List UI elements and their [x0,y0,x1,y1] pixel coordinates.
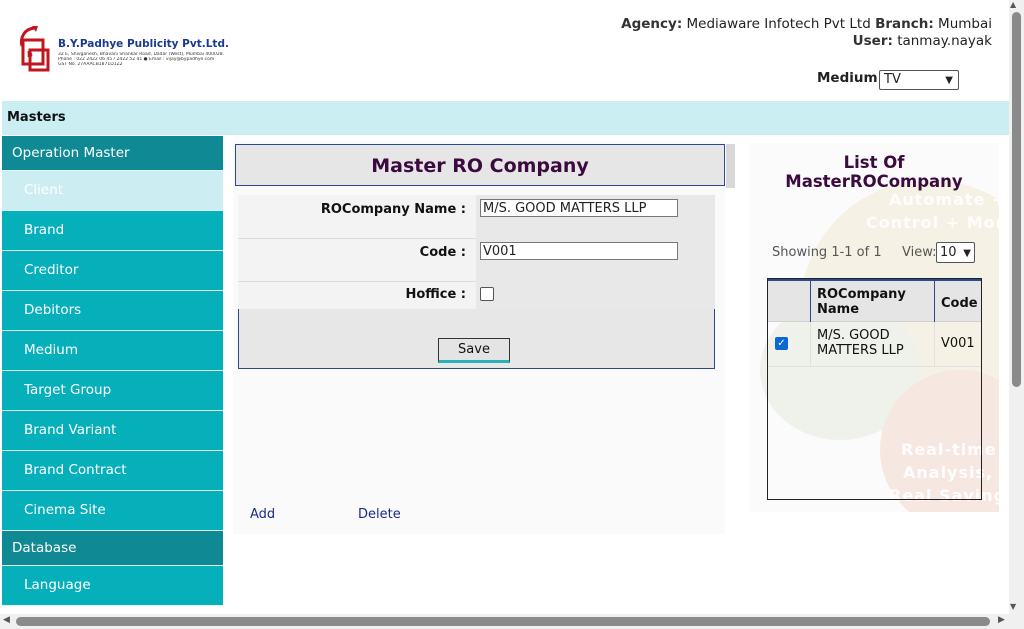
sidebar-item-brand[interactable]: Brand [2,211,223,251]
list-title-line: MasterROCompany [785,172,963,191]
company-address-line: GST No. 27AAACB1871D1Z2 [58,62,123,67]
form-title: Master RO Company [235,144,725,186]
save-button[interactable]: Save [438,338,510,363]
form-row-code: Code : V001 [238,238,715,282]
masters-bar-title: Masters [7,110,66,125]
sidebar-item-brand-contract[interactable]: Brand Contract [2,451,223,491]
company-name: B.Y.Padhye Publicity Pvt.Ltd. [58,38,229,50]
vertical-scroll-thumb[interactable] [1012,12,1021,387]
table-header-row: ROCompany Name Code [768,279,981,322]
pagination-info: Showing 1-1 of 1 [772,245,882,260]
medium-label-text: Medium [817,70,878,86]
table-row[interactable]: ✓ M/S. GOOD MATTERS LLP V001 [768,322,981,367]
form-row-rocompany: ROCompany Name : M/S. GOOD MATTERS LLP [238,195,715,239]
sidebar-nav: Operation Master Client Brand Creditor Debit… [2,136,223,614]
agency-label: Agency: [621,16,683,32]
view-label: View: [902,245,937,260]
medium-select[interactable]: TV ▼ [879,70,959,90]
code-label: Code : [419,245,466,260]
row-checkbox[interactable]: ✓ [775,337,788,350]
sidebar-item-creditor[interactable]: Creditor [2,251,223,291]
sidebar-item-medium[interactable]: Medium [2,331,223,371]
rocompany-label: ROCompany Name : [320,202,466,217]
hoffice-checkbox[interactable] [480,287,494,301]
branch-label: Branch: [875,16,934,32]
page-size-select[interactable]: 10 ▼ [936,242,975,263]
sidebar-item-language[interactable]: Language [2,566,223,606]
form-grid: ROCompany Name : M/S. GOOD MATTERS LLP C… [238,195,715,309]
masters-bar: Masters [2,101,1009,135]
code-input[interactable]: V001 [480,242,678,260]
chevron-down-icon: ▼ [963,248,971,259]
watermark-text: Automate + [889,190,999,209]
watermark-text: Control + Mon [866,213,999,232]
company-logo-icon: b [20,26,50,72]
agency-value: Mediaware Infotech Pvt Ltd [686,16,871,32]
user-value: tanmay.nayak [897,33,992,49]
code-cell: V001 [476,238,715,281]
session-info: Agency: Mediaware Infotech Pvt Ltd Branc… [621,16,992,50]
list-title-line: List Of [843,153,905,172]
horizontal-scroll-thumb[interactable] [16,617,990,626]
hoffice-label: Hoffice : [405,287,466,302]
scroll-right-icon[interactable]: ▶ [998,615,1005,625]
page-size-value: 10 [940,245,957,260]
scroll-down-icon[interactable]: ▼ [1010,602,1016,611]
sidebar-section-operation-master[interactable]: Operation Master [2,136,223,171]
row-select-cell: ✓ [768,322,810,366]
svg-text:b: b [27,50,33,59]
branch-value: Mumbai [938,16,992,32]
sidebar-item-debitors[interactable]: Debitors [2,291,223,331]
hoffice-cell [476,281,715,309]
rocompany-cell: M/S. GOOD MATTERS LLP [476,195,715,238]
list-table: ROCompany Name Code ✓ M/S. GOOD MATTERS … [767,278,982,500]
sidebar-item-target-group[interactable]: Target Group [2,371,223,411]
medium-select-value: TV [884,72,901,87]
add-link[interactable]: Add [250,507,275,522]
scroll-up-icon[interactable]: ▲ [1010,0,1016,9]
delete-link[interactable]: Delete [358,507,401,522]
row-name-cell: M/S. GOOD MATTERS LLP [810,322,934,366]
medium-label: Medium [817,70,878,86]
select-column-header [768,281,810,322]
column-header-name[interactable]: ROCompany Name [810,281,934,322]
form-title-edge [726,144,735,188]
row-code-cell: V001 [934,322,981,366]
form-row-hoffice: Hoffice : [238,281,715,309]
chevron-down-icon: ▼ [945,75,953,86]
sidebar-section-database[interactable]: Database [2,531,223,566]
sidebar-item-cinema-site[interactable]: Cinema Site [2,491,223,531]
user-label: User: [852,33,893,49]
sidebar-item-client[interactable]: Client [2,171,223,211]
list-title: List Of MasterROCompany [749,153,999,191]
company-logo: b B.Y.Padhye Publicity Pvt.Ltd. 32 E, Sh… [18,24,229,72]
column-header-code[interactable]: Code [934,281,981,322]
sidebar-item-brand-variant[interactable]: Brand Variant [2,411,223,451]
company-address: 32 E, Shivganesh, Bhavani Shankar Road, … [58,52,228,67]
rocompany-name-input[interactable]: M/S. GOOD MATTERS LLP [480,199,678,217]
scroll-left-icon[interactable]: ◀ [3,615,10,625]
